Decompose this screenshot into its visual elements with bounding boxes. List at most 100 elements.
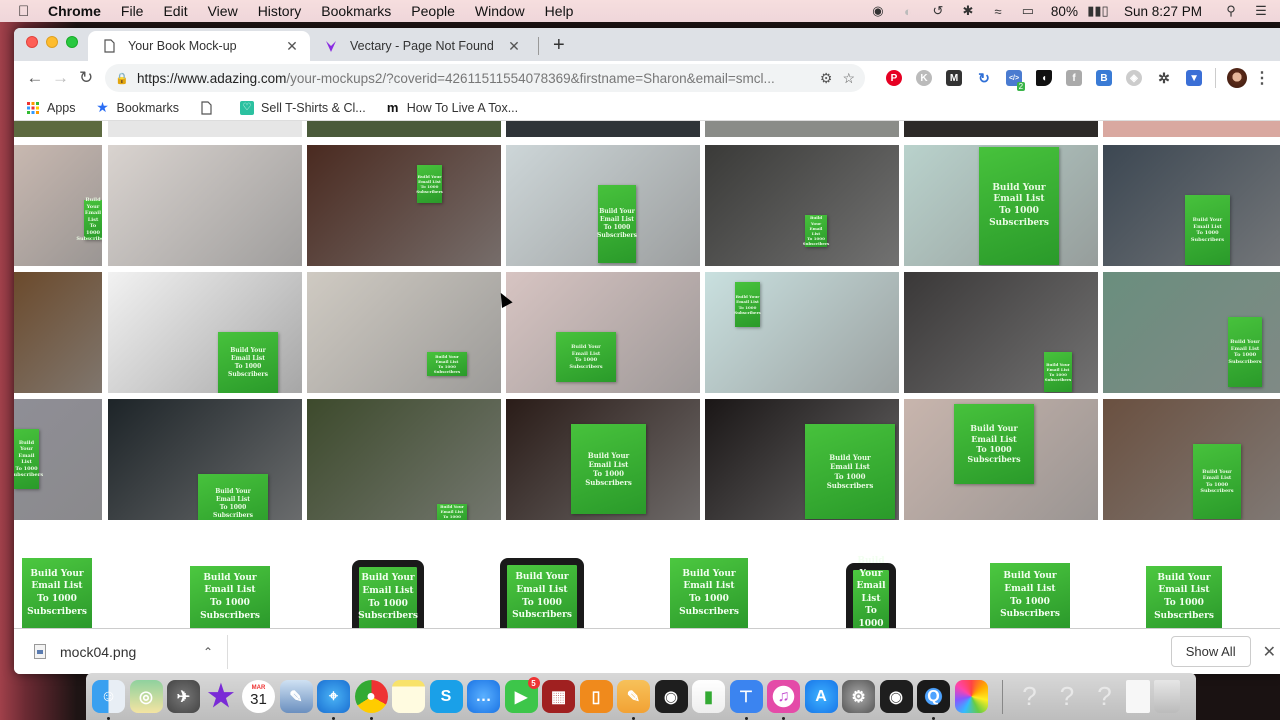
tab-vectary[interactable]: Vectary - Page Not Found ✕ — [310, 31, 532, 61]
hootsuite-extension-icon[interactable]: ◖ — [1029, 67, 1059, 89]
gallery-thumbnail-partial[interactable] — [108, 121, 302, 137]
mockup-ipad[interactable]: Build Your Email List To 1000 Subscribers — [500, 558, 584, 628]
chevron-up-icon[interactable]: ⌃ — [203, 645, 213, 659]
gallery-thumbnail[interactable]: Build YourEmail ListTo 1000Subscribers — [307, 145, 501, 266]
bluetooth-icon[interactable]: ✱ — [953, 3, 983, 19]
gallery-thumbnail-partial[interactable] — [14, 121, 102, 137]
dock-missing-app-icon[interactable]: ? — [1088, 680, 1121, 713]
gallery-thumbnail[interactable]: Build YourEmail ListTo 1000Subscribers — [108, 399, 302, 520]
close-tab-icon[interactable]: ✕ — [506, 38, 522, 55]
dock-app-store-icon[interactable]: A — [804, 680, 838, 713]
dock-facetime-icon[interactable]: ▶ 5 — [504, 677, 540, 713]
gallery-thumbnail[interactable]: Build YourEmail ListTo 1000Subscribers — [1103, 399, 1280, 520]
gallery-thumbnail-partial[interactable] — [904, 121, 1098, 137]
gallery-thumbnail-partial[interactable] — [1103, 121, 1280, 137]
menu-view[interactable]: View — [208, 3, 238, 19]
bookmark-star-icon[interactable]: ☆ — [842, 70, 855, 87]
close-window-button[interactable] — [26, 36, 38, 48]
dock-quicktime-icon[interactable]: Q — [917, 680, 950, 720]
close-tab-icon[interactable]: ✕ — [284, 38, 300, 55]
gallery-thumbnail[interactable]: Build YourEmail ListTo 1000Subscribers — [14, 399, 102, 520]
dock-capto-2-icon[interactable]: ◉ — [879, 680, 913, 713]
gallery-thumbnail[interactable]: Build YourEmail ListTo 1000Subscribers — [904, 272, 1098, 393]
bookmark-medium[interactable]: m How To Live A Tox... — [386, 100, 518, 115]
gallery-thumbnail[interactable]: Build YourEmail ListTo 1000Subscribers — [705, 399, 899, 520]
dock-chrome-icon[interactable]: ● — [354, 680, 388, 720]
facebook-extension-icon[interactable]: f — [1059, 67, 1089, 89]
gallery-thumbnail[interactable]: Build YourEmail ListTo 1000Subscribers — [506, 272, 700, 393]
gallery-thumbnail[interactable] — [14, 272, 102, 393]
minimize-window-button[interactable] — [46, 36, 58, 48]
dock-notes-icon[interactable] — [392, 680, 425, 713]
address-bar[interactable]: 🔒 https://www.adazing.com/your-mockups2/… — [105, 64, 866, 92]
notification-center-icon[interactable]: ☰ — [1246, 3, 1276, 19]
menu-people[interactable]: People — [411, 3, 455, 19]
menu-bookmarks[interactable]: Bookmarks — [321, 3, 391, 19]
gallery-thumbnail-partial[interactable] — [307, 121, 501, 137]
dock-preview-icon[interactable]: ✎ — [279, 680, 313, 713]
gallery-thumbnail[interactable]: Build YourEmail ListTo 1000Subscribers — [307, 272, 501, 393]
sync-extension-icon[interactable]: ↻ — [969, 67, 999, 89]
dock-itunes-icon[interactable]: ♫ — [767, 680, 800, 720]
blocked-cookies-icon[interactable]: ⚙ — [820, 70, 833, 87]
menu-file[interactable]: File — [121, 3, 144, 19]
apple-icon[interactable]:  — [18, 3, 34, 20]
gallery-thumbnail[interactable]: Build YourEmail ListTo 1000Subscribers — [705, 272, 899, 393]
screen-record-icon[interactable]: ◉ — [863, 3, 893, 19]
mockup-tablet[interactable]: Build Your Email List To 1000 Subscribers — [352, 560, 424, 628]
gallery-thumbnail[interactable]: Build YourEmail ListTo 1000Subscribers — [904, 145, 1098, 266]
lock-icon[interactable]: 🔒 — [115, 72, 129, 85]
mockup-phone[interactable]: Build YourEmail ListTo 1000Subscribers — [846, 556, 896, 628]
dock-messenger-icon[interactable]: … — [467, 680, 500, 713]
vimeo-down-extension-icon[interactable]: ▼ — [1179, 67, 1209, 89]
battery-icon[interactable]: ▮▮▯ — [1086, 3, 1110, 19]
reload-button[interactable]: ↻ — [73, 64, 99, 92]
dock-safari-icon[interactable]: ⌖ — [317, 680, 350, 720]
tag-extension-icon[interactable]: B — [1089, 67, 1119, 89]
tab-your-book-mockup[interactable]: Your Book Mock-up ✕ — [88, 31, 310, 61]
dock-system-preferences-icon[interactable]: ⚙ — [842, 680, 875, 713]
time-machine-icon[interactable]: ↺ — [923, 3, 953, 19]
menu-window[interactable]: Window — [475, 3, 525, 19]
airplay-icon[interactable]: ▭ — [1013, 3, 1043, 19]
gallery-thumbnail-partial[interactable] — [506, 121, 700, 137]
pinterest-extension-icon[interactable]: P — [879, 67, 909, 89]
gallery-thumbnail[interactable]: Build YourEmail ListTo 1000Subscribers — [705, 145, 899, 266]
dock-maps-icon[interactable]: ◎ — [129, 680, 163, 713]
forward-button[interactable]: → — [48, 64, 74, 92]
wifi-icon[interactable]: ≈ — [983, 4, 1013, 19]
mockup-paperback[interactable]: Build Your Email List To 1000 Subscribers — [22, 558, 92, 628]
mockup-hardcover[interactable]: Build Your Email List To 1000 Subscribers — [190, 566, 270, 628]
show-all-downloads-button[interactable]: Show All — [1170, 636, 1251, 667]
clock[interactable]: Sun 8:27 PM — [1124, 4, 1202, 19]
gallery-thumbnail[interactable]: Build YourEmail ListTo 1000Subscribers — [108, 272, 302, 393]
dock-missing-app-icon[interactable]: ? — [1051, 680, 1084, 713]
menu-help[interactable]: Help — [545, 3, 574, 19]
dock-numbers-icon[interactable]: ▮ — [692, 680, 725, 713]
download-filename[interactable]: mock04.png — [60, 644, 203, 660]
code-inspector-extension-icon[interactable]: </> 2 — [999, 67, 1029, 91]
bookmark-page[interactable] — [199, 100, 220, 115]
menu-app-name[interactable]: Chrome — [48, 3, 101, 19]
back-button[interactable]: ← — [22, 64, 48, 92]
mailtrack-extension-icon[interactable]: M — [939, 67, 969, 89]
klout-extension-icon[interactable]: K — [909, 67, 939, 89]
gallery-thumbnail-partial[interactable] — [705, 121, 899, 137]
close-shelf-icon[interactable]: ✕ — [1263, 642, 1276, 662]
openai-extension-icon[interactable]: ✲ — [1149, 67, 1179, 89]
gallery-thumbnail[interactable]: Build YourEmail ListTo 1000Subscribers — [1103, 145, 1280, 266]
dock-photo-booth-icon[interactable]: ▦ — [542, 680, 575, 713]
profile-avatar[interactable] — [1222, 67, 1252, 89]
gallery-thumbnail[interactable]: Build YourEmail ListTo 1000Subscribers — [506, 399, 700, 520]
gallery-thumbnail[interactable]: Build YourEmail ListTo 1000Subscribers — [904, 399, 1098, 520]
dock-keynote-icon[interactable]: ⊤ — [729, 680, 763, 720]
menu-history[interactable]: History — [258, 3, 302, 19]
bookmark-teespring[interactable]: ♡ Sell T-Shirts & Cl... — [240, 100, 366, 115]
dock-calendar-icon[interactable]: MAR 31 — [242, 680, 275, 713]
chrome-menu-icon[interactable]: ⋮ — [1252, 67, 1272, 89]
gallery-thumbnail[interactable] — [108, 145, 302, 266]
mockup-cd-case[interactable]: Build Your Email List To 1000 Subscribers — [1146, 566, 1222, 628]
dock-capto-icon[interactable]: ◉ — [654, 680, 688, 713]
download-item[interactable]: mock04.png ⌃ — [14, 634, 228, 669]
bookmark-apps[interactable]: Apps — [26, 101, 76, 115]
